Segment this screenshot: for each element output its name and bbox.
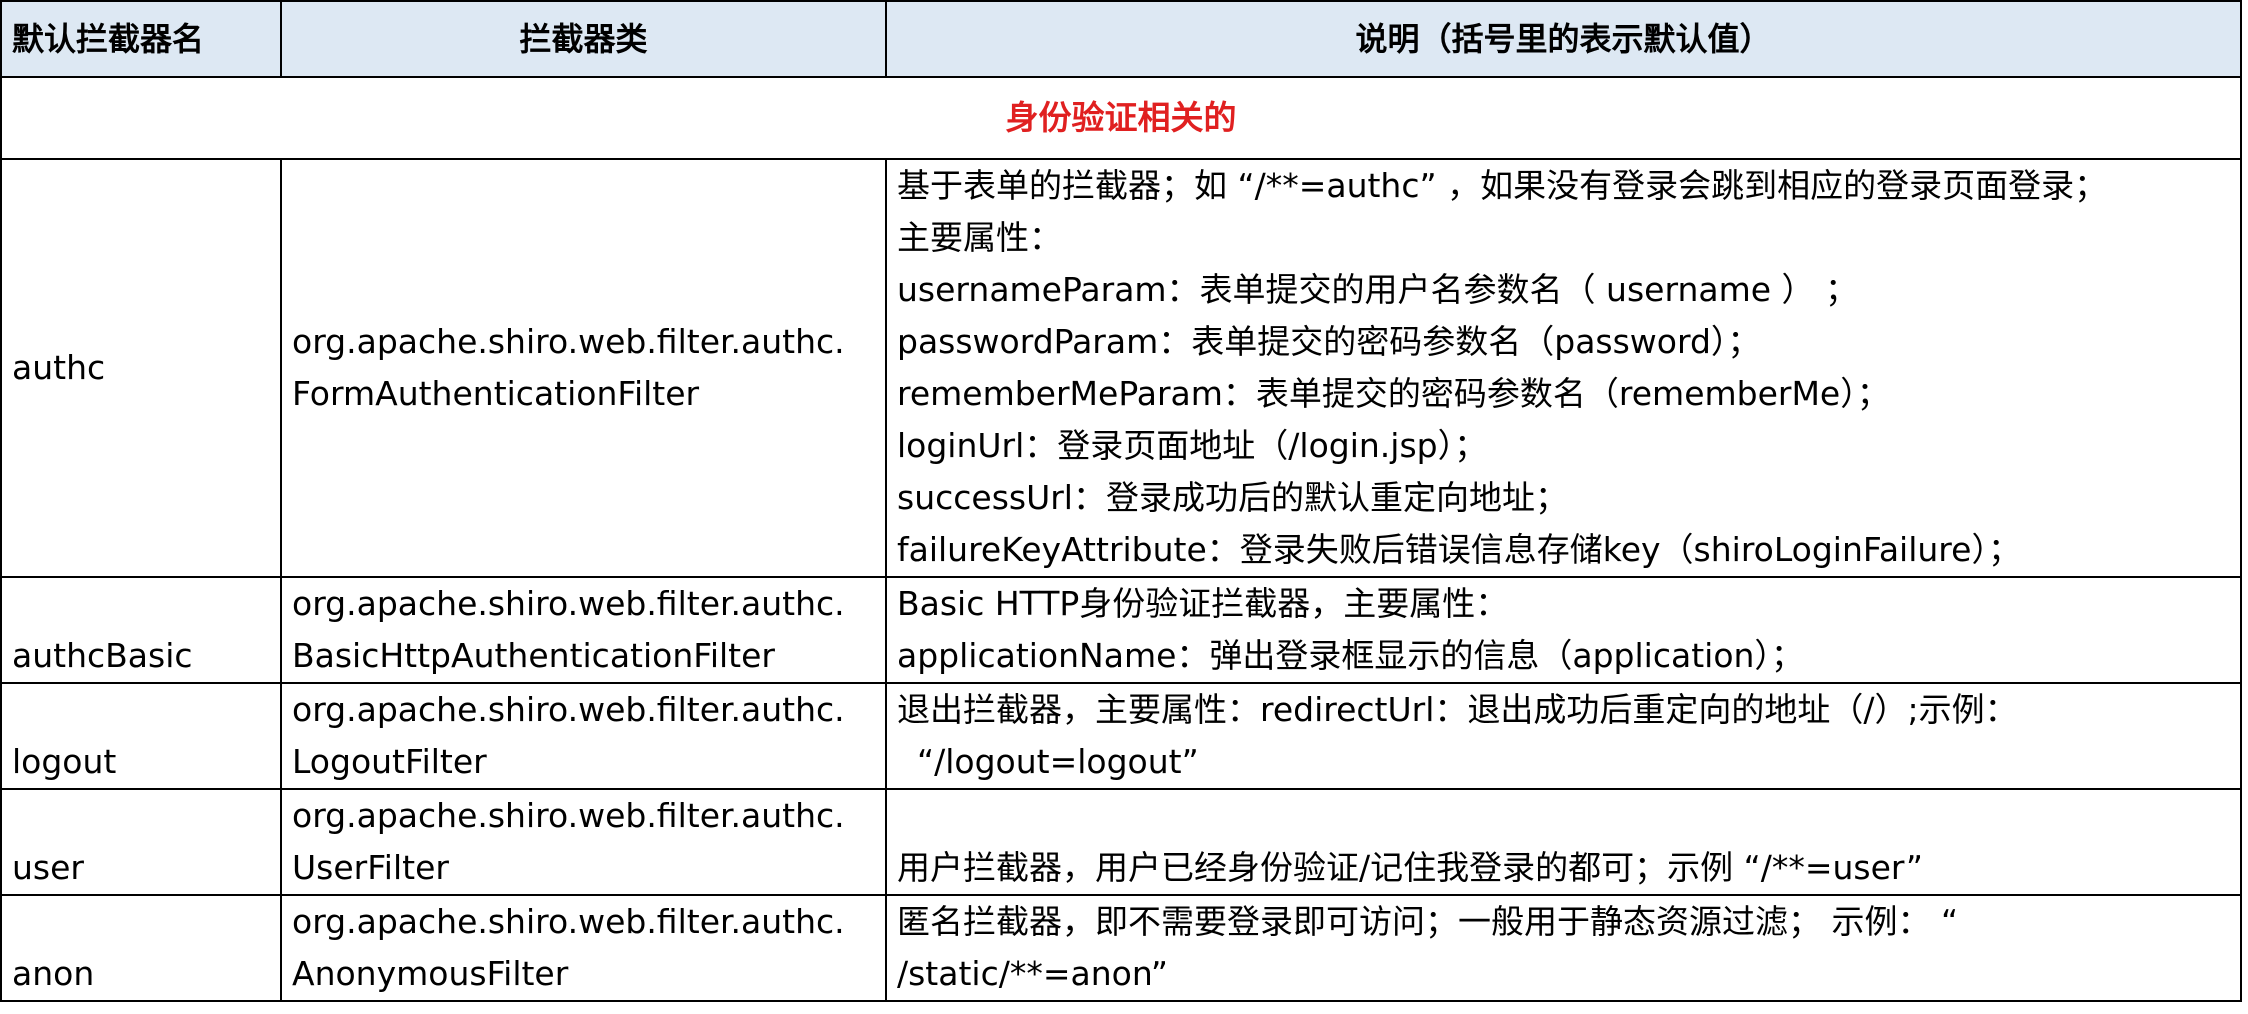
desc-line [897, 791, 2230, 842]
desc-line: 退出拦截器，主要属性：redirectUrl：退出成功后重定向的地址（/）;示例… [897, 690, 2018, 729]
desc-line: 基于表单的拦截器；如 “/**=authc” ，如果没有登录会跳到相应的登录页面… [897, 166, 2108, 205]
desc-line: /static/**=anon” [897, 954, 1169, 993]
class-line: FormAuthenticationFilter [292, 374, 700, 413]
class-line: org.apache.shiro.web.filter.authc. [292, 796, 845, 835]
table-row: authc org.apache.shiro.web.filter.authc.… [0, 158, 2242, 578]
class-line: LogoutFilter [292, 742, 487, 781]
filter-class-cell: org.apache.shiro.web.filter.authc. Logou… [280, 682, 887, 790]
class-line: org.apache.shiro.web.filter.authc. [292, 584, 845, 623]
header-class: 拦截器类 [280, 0, 887, 78]
desc-line: rememberMeParam：表单提交的密码参数名（rememberMe）； [897, 374, 1890, 413]
filter-name-cell: logout [0, 682, 282, 790]
filter-desc-cell: 用户拦截器，用户已经身份验证/记住我登录的都可；示例 “/**=user” [885, 788, 2242, 896]
desc-line: applicationName：弹出登录框显示的信息（application）； [897, 636, 1804, 675]
class-line: org.apache.shiro.web.filter.authc. [292, 322, 845, 361]
class-line: org.apache.shiro.web.filter.authc. [292, 690, 845, 729]
filter-name-cell: anon [0, 894, 282, 1002]
class-line: UserFilter [292, 848, 449, 887]
class-line: AnonymousFilter [292, 954, 569, 993]
filter-class-cell: org.apache.shiro.web.filter.authc. FormA… [280, 158, 887, 578]
filter-class-cell: org.apache.shiro.web.filter.authc. Basic… [280, 576, 887, 684]
table-row: anon org.apache.shiro.web.filter.authc. … [0, 894, 2242, 1002]
header-name: 默认拦截器名 [0, 0, 282, 78]
desc-line: 主要属性： [897, 218, 1062, 257]
desc-line: loginUrl：登录页面地址（/login.jsp）； [897, 426, 1488, 465]
filter-name-cell: authcBasic [0, 576, 282, 684]
page: 默认拦截器名 拦截器类 说明（括号里的表示默认值） 身份验证相关的 authc … [0, 0, 2248, 1014]
filter-class-cell: org.apache.shiro.web.filter.authc. Anony… [280, 894, 887, 1002]
class-line: org.apache.shiro.web.filter.authc. [292, 902, 845, 941]
filter-class-cell: org.apache.shiro.web.filter.authc. UserF… [280, 788, 887, 896]
desc-line: usernameParam：表单提交的用户名参数名（ username ） ； [897, 270, 1859, 309]
desc-line: 匿名拦截器，即不需要登录即可访问；一般用于静态资源过滤； 示例： “ [897, 902, 1959, 941]
desc-line: failureKeyAttribute：登录失败后错误信息存储key（shiro… [897, 530, 2021, 569]
desc-line: “/logout=logout” [917, 742, 1199, 781]
table-row: authcBasic org.apache.shiro.web.filter.a… [0, 576, 2242, 684]
desc-line: successUrl：登录成功后的默认重定向地址； [897, 478, 1568, 517]
header-desc: 说明（括号里的表示默认值） [885, 0, 2242, 78]
section-title: 身份验证相关的 [0, 76, 2242, 160]
desc-line: passwordParam：表单提交的密码参数名（password）； [897, 322, 1761, 361]
table-header-row: 默认拦截器名 拦截器类 说明（括号里的表示默认值） [0, 0, 2242, 78]
filter-desc-cell: 退出拦截器，主要属性：redirectUrl：退出成功后重定向的地址（/）;示例… [885, 682, 2242, 790]
filter-desc-cell: 基于表单的拦截器；如 “/**=authc” ，如果没有登录会跳到相应的登录页面… [885, 158, 2242, 578]
filter-name-cell: authc [0, 158, 282, 578]
filter-desc-cell: Basic HTTP身份验证拦截器，主要属性： applicationName：… [885, 576, 2242, 684]
section-row: 身份验证相关的 [0, 76, 2242, 160]
filter-table: 默认拦截器名 拦截器类 说明（括号里的表示默认值） 身份验证相关的 authc … [0, 0, 2242, 1002]
table-row: logout org.apache.shiro.web.filter.authc… [0, 682, 2242, 790]
filter-desc-cell: 匿名拦截器，即不需要登录即可访问；一般用于静态资源过滤； 示例： “ /stat… [885, 894, 2242, 1002]
desc-line: Basic HTTP身份验证拦截器，主要属性： [897, 584, 1509, 623]
desc-line: 用户拦截器，用户已经身份验证/记住我登录的都可；示例 “/**=user” [897, 848, 1923, 887]
filter-name-cell: user [0, 788, 282, 896]
table-row: user org.apache.shiro.web.filter.authc. … [0, 788, 2242, 896]
class-line: BasicHttpAuthenticationFilter [292, 636, 775, 675]
